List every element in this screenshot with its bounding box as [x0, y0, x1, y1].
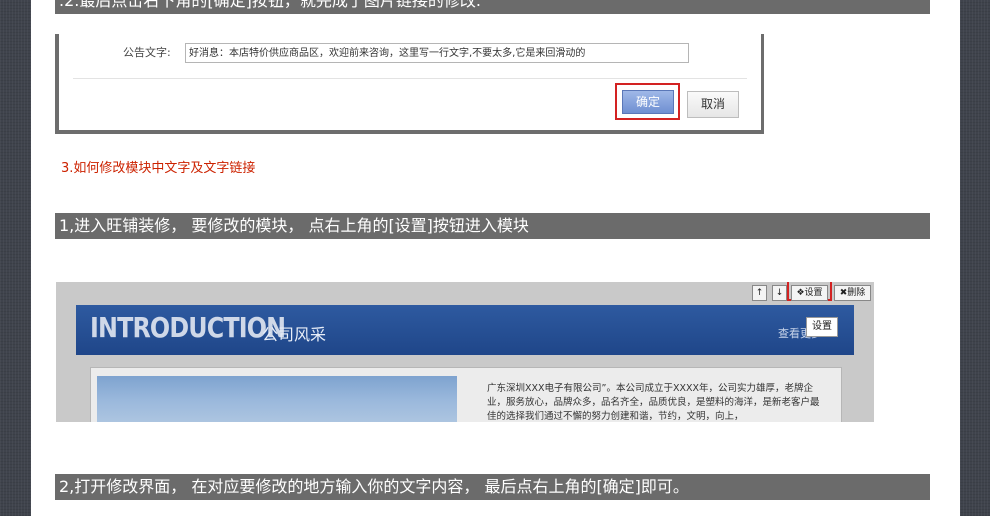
settings-tooltip: 设置: [806, 317, 838, 337]
delete-button[interactable]: ✖删除: [834, 285, 871, 301]
settings-button[interactable]: ❖设置: [791, 285, 828, 301]
company-content: 广东深圳XXX电子有限公司”。本公司成立于XXXX年，公司实力雄厚，老牌企业，服…: [90, 367, 842, 422]
step3-title: 3.如何修改模块中文字及文字链接: [61, 161, 256, 176]
move-down-icon[interactable]: ↓: [772, 285, 787, 301]
move-up-icon[interactable]: ↑: [752, 285, 767, 301]
notice-text-input[interactable]: 好消息：本店特价供应商品区，欢迎前来咨询，这里写一行文字,不要太多,它是来回滑动…: [185, 43, 689, 63]
company-photo: [97, 376, 457, 422]
intro-subtitle: 公司风采: [262, 325, 327, 344]
ok-button-highlight: 确定: [615, 83, 680, 120]
step2-heading: 2,打开修改界面， 在对应要修改的地方输入你的文字内容， 最后点右上角的[确定]…: [55, 474, 930, 500]
step-heading-top: .2.最后点击右下角的[确定]按钮，就完成了图片链接的修改.: [55, 0, 930, 14]
notice-label: 公告文字:: [123, 46, 171, 59]
divider: [73, 78, 747, 79]
intro-banner: INTRODUCTION 公司风采 查看更多: [76, 305, 854, 355]
module-screenshot: ↑ ↓ ❖设置 ✖删除 INTRODUCTION 公司风采 查看更多 设置 广东…: [56, 282, 874, 422]
intro-title: INTRODUCTION: [90, 311, 286, 344]
step1-heading: 1,进入旺铺装修， 要修改的模块， 点右上角的[设置]按钮进入模块: [55, 213, 930, 239]
article-page: .2.最后点击右下角的[确定]按钮，就完成了图片链接的修改. 公告文字: 好消息…: [31, 0, 960, 516]
notice-edit-screenshot: 公告文字: 好消息：本店特价供应商品区，欢迎前来咨询，这里写一行文字,不要太多,…: [55, 34, 764, 134]
company-description: 广东深圳XXX电子有限公司”。本公司成立于XXXX年，公司实力雄厚，老牌企业，服…: [487, 383, 820, 422]
confirm-button[interactable]: 确定: [622, 90, 674, 114]
cancel-button[interactable]: 取消: [687, 91, 739, 118]
